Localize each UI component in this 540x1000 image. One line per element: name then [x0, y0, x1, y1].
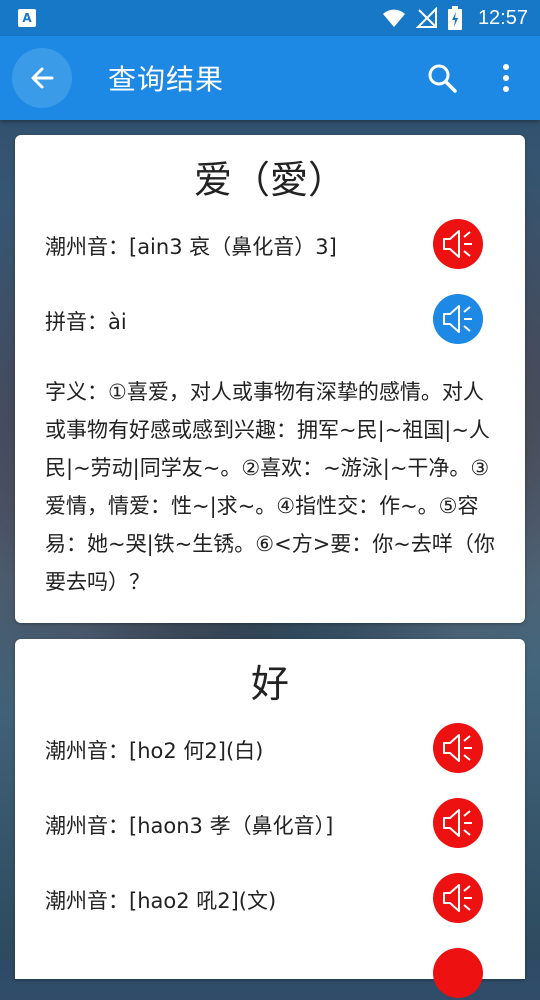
pronunciation-row: 潮州音：[ain3 哀（鼻化音）3]: [45, 219, 495, 271]
status-icons: 12:57: [382, 0, 528, 36]
search-icon[interactable]: [424, 60, 460, 96]
pronunciation-row-partial: [45, 948, 495, 1000]
speaker-icon: [443, 230, 472, 258]
page-title: 查询结果: [108, 63, 225, 96]
character-title: 好: [250, 662, 289, 706]
back-button[interactable]: [12, 48, 72, 108]
play-pinyin-button[interactable]: [433, 294, 483, 344]
app-bar: 查询结果: [0, 36, 540, 120]
play-audio-button[interactable]: [433, 219, 483, 269]
pinyin-row: 拼音：ài: [45, 294, 495, 346]
speaker-icon: [443, 809, 472, 837]
play-audio-button[interactable]: [433, 798, 483, 848]
pronunciation-label: 潮州音：[ain3 哀（鼻化音）3]: [45, 235, 337, 259]
speaker-icon: [443, 734, 472, 762]
pronunciation-label: 潮州音：[ho2 何2](白): [45, 739, 264, 763]
pinyin-label: 拼音：ài: [45, 310, 127, 334]
pronunciation-row: 潮州音：[hao2 吼2](文): [45, 873, 495, 925]
play-audio-button[interactable]: [433, 723, 483, 773]
wifi-icon: [382, 9, 405, 27]
pronunciation-row: 潮州音：[ho2 何2](白): [45, 723, 495, 775]
speaker-icon: [443, 884, 472, 912]
character-title: 爱（愛）: [193, 158, 346, 202]
pronunciation-label: 潮州音：[haon3 孝（鼻化音）]: [45, 814, 334, 838]
play-audio-button[interactable]: [433, 948, 483, 998]
pronunciation-label: 潮州音：[hao2 吼2](文): [45, 889, 277, 913]
pronunciation-row: 潮州音：[haon3 孝（鼻化音）]: [45, 798, 495, 850]
definition-text: 字义：①喜爱，对人或事物有深挚的感情。对人或事物有好感或感到兴趣：拥军~民|~祖…: [45, 380, 495, 594]
status-bar: A 12:57: [0, 0, 540, 36]
app-notification-icon: A: [18, 9, 36, 27]
result-card: 爱（愛） 潮州音：[ain3 哀（鼻化音）3] 拼音：ài 字义：①喜爱，对人或…: [15, 135, 525, 623]
clock: 12:57: [477, 6, 528, 29]
more-vert-icon[interactable]: [492, 60, 520, 96]
play-audio-button[interactable]: [433, 873, 483, 923]
battery-icon: [447, 6, 462, 30]
result-card: 好 潮州音：[ho2 何2](白) 潮州音：[haon3 孝（鼻化音）] 潮州音…: [15, 639, 525, 998]
back-arrow-icon: [31, 67, 54, 89]
signal-icon: [415, 7, 437, 28]
speaker-icon: [443, 305, 472, 333]
